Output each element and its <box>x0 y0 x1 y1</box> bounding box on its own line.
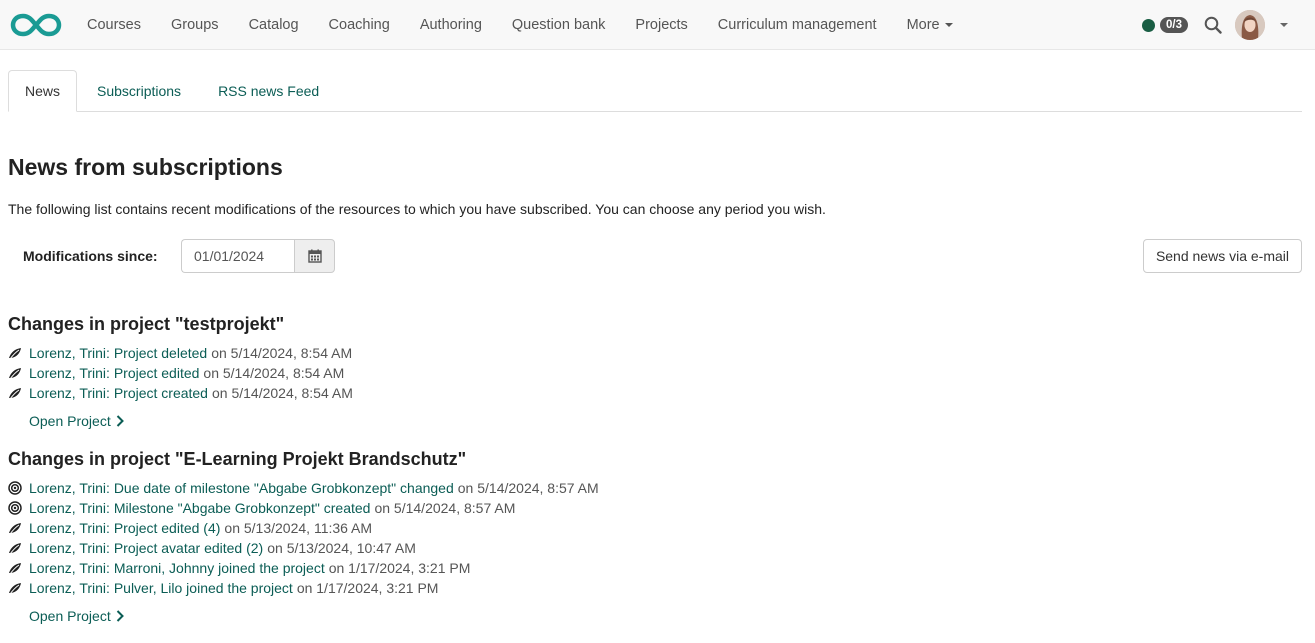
news-entry: Lorenz, Trini: Project avatar edited (2)… <box>8 538 1302 558</box>
tab-rss-news-feed[interactable]: RSS news Feed <box>201 70 336 111</box>
main-menu: Courses Groups Catalog Coaching Authoring Que… <box>72 0 968 49</box>
nav-item-coaching[interactable]: Coaching <box>314 0 405 49</box>
tab-subscriptions[interactable]: Subscriptions <box>80 70 198 111</box>
avatar[interactable] <box>1235 10 1265 40</box>
notification-badge[interactable]: 0/3 <box>1160 17 1188 33</box>
project-icon <box>8 386 22 400</box>
project-icon <box>8 346 22 360</box>
project-icon <box>8 541 22 555</box>
more-label: More <box>906 16 940 33</box>
tab-news[interactable]: News <box>8 70 78 112</box>
news-entry: Lorenz, Trini: Milestone "Abgabe Grobkon… <box>8 498 1302 518</box>
news-entry-time: on 5/14/2024, 8:54 AM <box>211 385 353 401</box>
news-entry-time: on 5/13/2024, 10:47 AM <box>267 540 416 556</box>
logo-icon[interactable] <box>10 12 62 38</box>
news-entry: Lorenz, Trini: Marroni, Johnny joined th… <box>8 558 1302 578</box>
project-icon <box>8 581 22 595</box>
news-entry-time: on 5/14/2024, 8:57 AM <box>457 480 599 496</box>
online-status-icon[interactable] <box>1142 18 1155 32</box>
news-entry-time: on 5/13/2024, 11:36 AM <box>224 520 373 536</box>
news-section: Changes in project "E-Learning Projekt B… <box>8 449 1302 624</box>
milestone-icon <box>8 481 22 495</box>
project-icon <box>8 366 22 380</box>
news-entry-time: on 1/17/2024, 3:21 PM <box>328 560 471 576</box>
news-entry: Lorenz, Trini: Pulver, Lilo joined the p… <box>8 578 1302 598</box>
nav-item-authoring[interactable]: Authoring <box>405 0 497 49</box>
send-news-email-button[interactable]: Send news via e-mail <box>1142 239 1302 273</box>
news-entry-time: on 1/17/2024, 3:21 PM <box>296 580 439 596</box>
nav-right-tools: 0/3 <box>1142 0 1315 50</box>
milestone-icon <box>8 501 22 515</box>
news-entry-link[interactable]: Lorenz, Trini: Project created <box>29 385 208 401</box>
search-icon[interactable] <box>1204 16 1222 34</box>
news-entry-link[interactable]: Lorenz, Trini: Project edited (4) <box>29 520 220 536</box>
date-picker <box>181 239 335 273</box>
section-title: Changes in project "E-Learning Projekt B… <box>8 449 467 469</box>
news-entry: Lorenz, Trini: Project edited (4) on 5/13… <box>8 518 1302 538</box>
news-sections: Changes in project "testprojekt" Lorenz, … <box>8 314 1302 624</box>
news-entry-link[interactable]: Lorenz, Trini: Milestone "Abgabe Grobkon… <box>29 500 370 516</box>
nav-item-catalog[interactable]: Catalog <box>234 0 314 49</box>
filter-row: Modifications since: Send news via e-mai… <box>8 239 1302 273</box>
calendar-icon[interactable] <box>294 239 335 273</box>
caret-down-icon <box>944 22 953 27</box>
chevron-right-icon <box>111 610 124 622</box>
page-intro: The following list contains recent modif… <box>8 201 826 217</box>
date-input[interactable] <box>181 239 294 273</box>
nav-item-question-bank[interactable]: Question bank <box>497 0 621 49</box>
news-entry: Lorenz, Trini: Due date of milestone "Ab… <box>8 478 1302 498</box>
news-entry-link[interactable]: Lorenz, Trini: Due date of milestone "Ab… <box>29 480 454 496</box>
chevron-down-icon[interactable] <box>1280 23 1288 27</box>
news-entry-time: on 5/14/2024, 8:57 AM <box>374 500 516 516</box>
news-entry: Lorenz, Trini: Project edited on 5/14/202… <box>8 363 1302 383</box>
modifications-since-label: Modifications since: <box>23 248 158 264</box>
nav-item-more[interactable]: More <box>892 0 968 49</box>
tab-bar: News Subscriptions RSS news Feed <box>8 70 1302 112</box>
project-icon <box>8 561 22 575</box>
open-project-label: Open Project <box>29 608 111 624</box>
chevron-right-icon <box>111 415 124 427</box>
news-entry-link[interactable]: Lorenz, Trini: Pulver, Lilo joined the p… <box>29 580 293 596</box>
nav-item-courses[interactable]: Courses <box>72 0 156 49</box>
nav-item-curriculum-management[interactable]: Curriculum management <box>703 0 892 49</box>
nav-item-projects[interactable]: Projects <box>620 0 702 49</box>
news-entry: Lorenz, Trini: Project deleted on 5/14/20… <box>8 343 1302 363</box>
top-navigation: Courses Groups Catalog Coaching Authoring Que… <box>0 0 1315 50</box>
news-entry-link[interactable]: Lorenz, Trini: Marroni, Johnny joined th… <box>29 560 325 576</box>
open-project-label: Open Project <box>29 413 111 429</box>
open-project-link[interactable]: Open Project <box>29 608 1302 624</box>
section-title: Changes in project "testprojekt" <box>8 314 285 334</box>
news-section: Changes in project "testprojekt" Lorenz, … <box>8 314 1302 429</box>
open-project-link[interactable]: Open Project <box>29 413 1302 429</box>
project-icon <box>8 521 22 535</box>
news-entry-time: on 5/14/2024, 8:54 AM <box>203 365 345 381</box>
news-entry-link[interactable]: Lorenz, Trini: Project avatar edited (2) <box>29 540 263 556</box>
news-entry-link[interactable]: Lorenz, Trini: Project deleted <box>29 345 207 361</box>
nav-item-groups[interactable]: Groups <box>156 0 234 49</box>
main-content: News Subscriptions RSS news Feed News from… <box>0 50 1315 624</box>
news-entry-link[interactable]: Lorenz, Trini: Project edited <box>29 365 199 381</box>
page-title: News from subscriptions <box>8 154 283 180</box>
date-filter: Modifications since: <box>8 239 335 273</box>
news-entry-time: on 5/14/2024, 8:54 AM <box>211 345 353 361</box>
news-entry: Lorenz, Trini: Project created on 5/14/20… <box>8 383 1302 403</box>
